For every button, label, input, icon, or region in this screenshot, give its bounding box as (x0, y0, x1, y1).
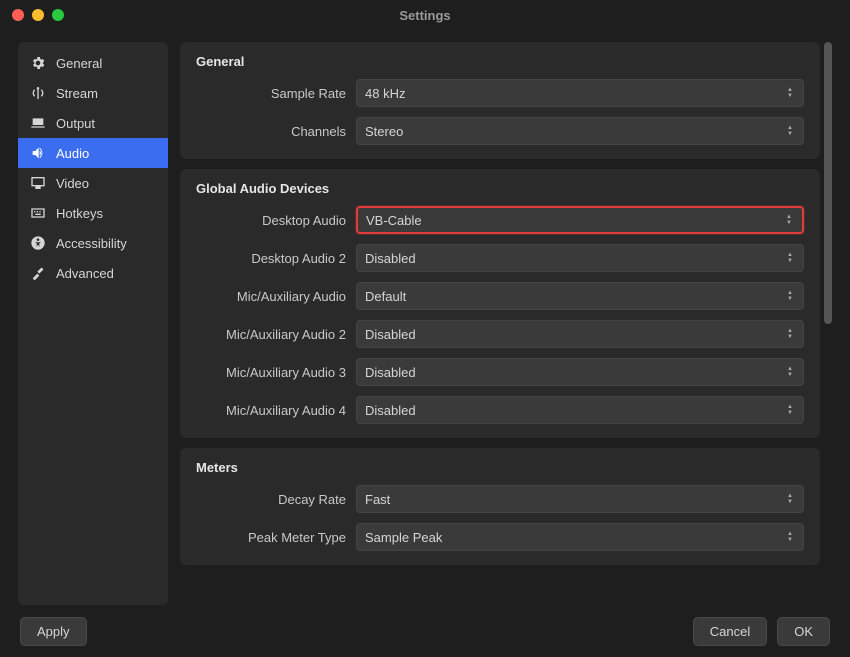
select-mic-aux-4[interactable]: Disabled ▲▼ (356, 396, 804, 424)
settings-panels: General Sample Rate 48 kHz ▲▼ Channels S… (180, 42, 820, 605)
label-mic-aux: Mic/Auxiliary Audio (196, 289, 356, 304)
window-controls (12, 9, 64, 21)
sidebar-item-label: Accessibility (56, 236, 127, 251)
panel-general: General Sample Rate 48 kHz ▲▼ Channels S… (180, 42, 820, 159)
stepper-icon: ▲▼ (785, 126, 795, 137)
row-decay-rate: Decay Rate Fast ▲▼ (196, 485, 804, 513)
label-desktop-audio-2: Desktop Audio 2 (196, 251, 356, 266)
stepper-icon: ▲▼ (785, 532, 795, 543)
window-title: Settings (0, 8, 850, 23)
select-channels[interactable]: Stereo ▲▼ (356, 117, 804, 145)
select-desktop-audio[interactable]: VB-Cable ▲▼ (356, 206, 804, 234)
sidebar-item-label: Stream (56, 86, 98, 101)
sidebar-item-label: Output (56, 116, 95, 131)
select-value: 48 kHz (365, 86, 405, 101)
label-peak-meter-type: Peak Meter Type (196, 530, 356, 545)
output-icon (30, 115, 46, 131)
select-sample-rate[interactable]: 48 kHz ▲▼ (356, 79, 804, 107)
select-value: VB-Cable (366, 213, 422, 228)
row-mic-aux-4: Mic/Auxiliary Audio 4 Disabled ▲▼ (196, 396, 804, 424)
settings-main: General Sample Rate 48 kHz ▲▼ Channels S… (180, 42, 832, 605)
dialog-footer: Apply Cancel OK (0, 605, 850, 657)
row-mic-aux-2: Mic/Auxiliary Audio 2 Disabled ▲▼ (196, 320, 804, 348)
maximize-window-button[interactable] (52, 9, 64, 21)
content-area: General Stream Output Audio Video (0, 30, 850, 605)
sidebar-item-general[interactable]: General (18, 48, 168, 78)
select-value: Default (365, 289, 406, 304)
row-channels: Channels Stereo ▲▼ (196, 117, 804, 145)
sidebar-item-label: Advanced (56, 266, 114, 281)
sidebar-item-hotkeys[interactable]: Hotkeys (18, 198, 168, 228)
stepper-icon: ▲▼ (785, 405, 795, 416)
select-mic-aux-2[interactable]: Disabled ▲▼ (356, 320, 804, 348)
scrollbar-thumb[interactable] (824, 42, 832, 324)
sidebar-item-video[interactable]: Video (18, 168, 168, 198)
select-value: Disabled (365, 403, 416, 418)
gear-icon (30, 55, 46, 71)
select-value: Disabled (365, 251, 416, 266)
cancel-button[interactable]: Cancel (693, 617, 767, 646)
speaker-icon (30, 145, 46, 161)
sidebar-item-advanced[interactable]: Advanced (18, 258, 168, 288)
row-mic-aux: Mic/Auxiliary Audio Default ▲▼ (196, 282, 804, 310)
panel-global-audio-devices: Global Audio Devices Desktop Audio VB-Ca… (180, 169, 820, 438)
select-value: Disabled (365, 365, 416, 380)
stepper-icon: ▲▼ (785, 253, 795, 264)
sidebar-item-label: Hotkeys (56, 206, 103, 221)
select-decay-rate[interactable]: Fast ▲▼ (356, 485, 804, 513)
sidebar-item-audio[interactable]: Audio (18, 138, 168, 168)
panel-meters-heading: Meters (196, 460, 804, 475)
label-mic-aux-2: Mic/Auxiliary Audio 2 (196, 327, 356, 342)
sidebar-item-stream[interactable]: Stream (18, 78, 168, 108)
panel-meters: Meters Decay Rate Fast ▲▼ Peak Meter Typ… (180, 448, 820, 565)
select-peak-meter-type[interactable]: Sample Peak ▲▼ (356, 523, 804, 551)
select-desktop-audio-2[interactable]: Disabled ▲▼ (356, 244, 804, 272)
antenna-icon (30, 85, 46, 101)
sidebar-item-label: Audio (56, 146, 89, 161)
stepper-icon: ▲▼ (785, 494, 795, 505)
stepper-icon: ▲▼ (785, 88, 795, 99)
label-channels: Channels (196, 124, 356, 139)
panel-general-heading: General (196, 54, 804, 69)
label-sample-rate: Sample Rate (196, 86, 356, 101)
select-mic-aux[interactable]: Default ▲▼ (356, 282, 804, 310)
accessibility-icon (30, 235, 46, 251)
row-desktop-audio-2: Desktop Audio 2 Disabled ▲▼ (196, 244, 804, 272)
settings-sidebar: General Stream Output Audio Video (18, 42, 168, 605)
row-desktop-audio: Desktop Audio VB-Cable ▲▼ (196, 206, 804, 234)
row-peak-meter-type: Peak Meter Type Sample Peak ▲▼ (196, 523, 804, 551)
stepper-icon: ▲▼ (785, 367, 795, 378)
stepper-icon: ▲▼ (785, 329, 795, 340)
scrollbar[interactable] (824, 42, 832, 324)
close-window-button[interactable] (12, 9, 24, 21)
apply-button[interactable]: Apply (20, 617, 87, 646)
row-sample-rate: Sample Rate 48 kHz ▲▼ (196, 79, 804, 107)
titlebar: Settings (0, 0, 850, 30)
ok-button[interactable]: OK (777, 617, 830, 646)
label-mic-aux-3: Mic/Auxiliary Audio 3 (196, 365, 356, 380)
sidebar-item-output[interactable]: Output (18, 108, 168, 138)
select-value: Disabled (365, 327, 416, 342)
select-value: Fast (365, 492, 390, 507)
sidebar-item-accessibility[interactable]: Accessibility (18, 228, 168, 258)
keyboard-icon (30, 205, 46, 221)
row-mic-aux-3: Mic/Auxiliary Audio 3 Disabled ▲▼ (196, 358, 804, 386)
label-desktop-audio: Desktop Audio (196, 213, 356, 228)
monitor-icon (30, 175, 46, 191)
tools-icon (30, 265, 46, 281)
select-mic-aux-3[interactable]: Disabled ▲▼ (356, 358, 804, 386)
sidebar-item-label: General (56, 56, 102, 71)
stepper-icon: ▲▼ (784, 215, 794, 226)
select-value: Sample Peak (365, 530, 442, 545)
label-decay-rate: Decay Rate (196, 492, 356, 507)
select-value: Stereo (365, 124, 403, 139)
label-mic-aux-4: Mic/Auxiliary Audio 4 (196, 403, 356, 418)
sidebar-item-label: Video (56, 176, 89, 191)
panel-devices-heading: Global Audio Devices (196, 181, 804, 196)
minimize-window-button[interactable] (32, 9, 44, 21)
stepper-icon: ▲▼ (785, 291, 795, 302)
